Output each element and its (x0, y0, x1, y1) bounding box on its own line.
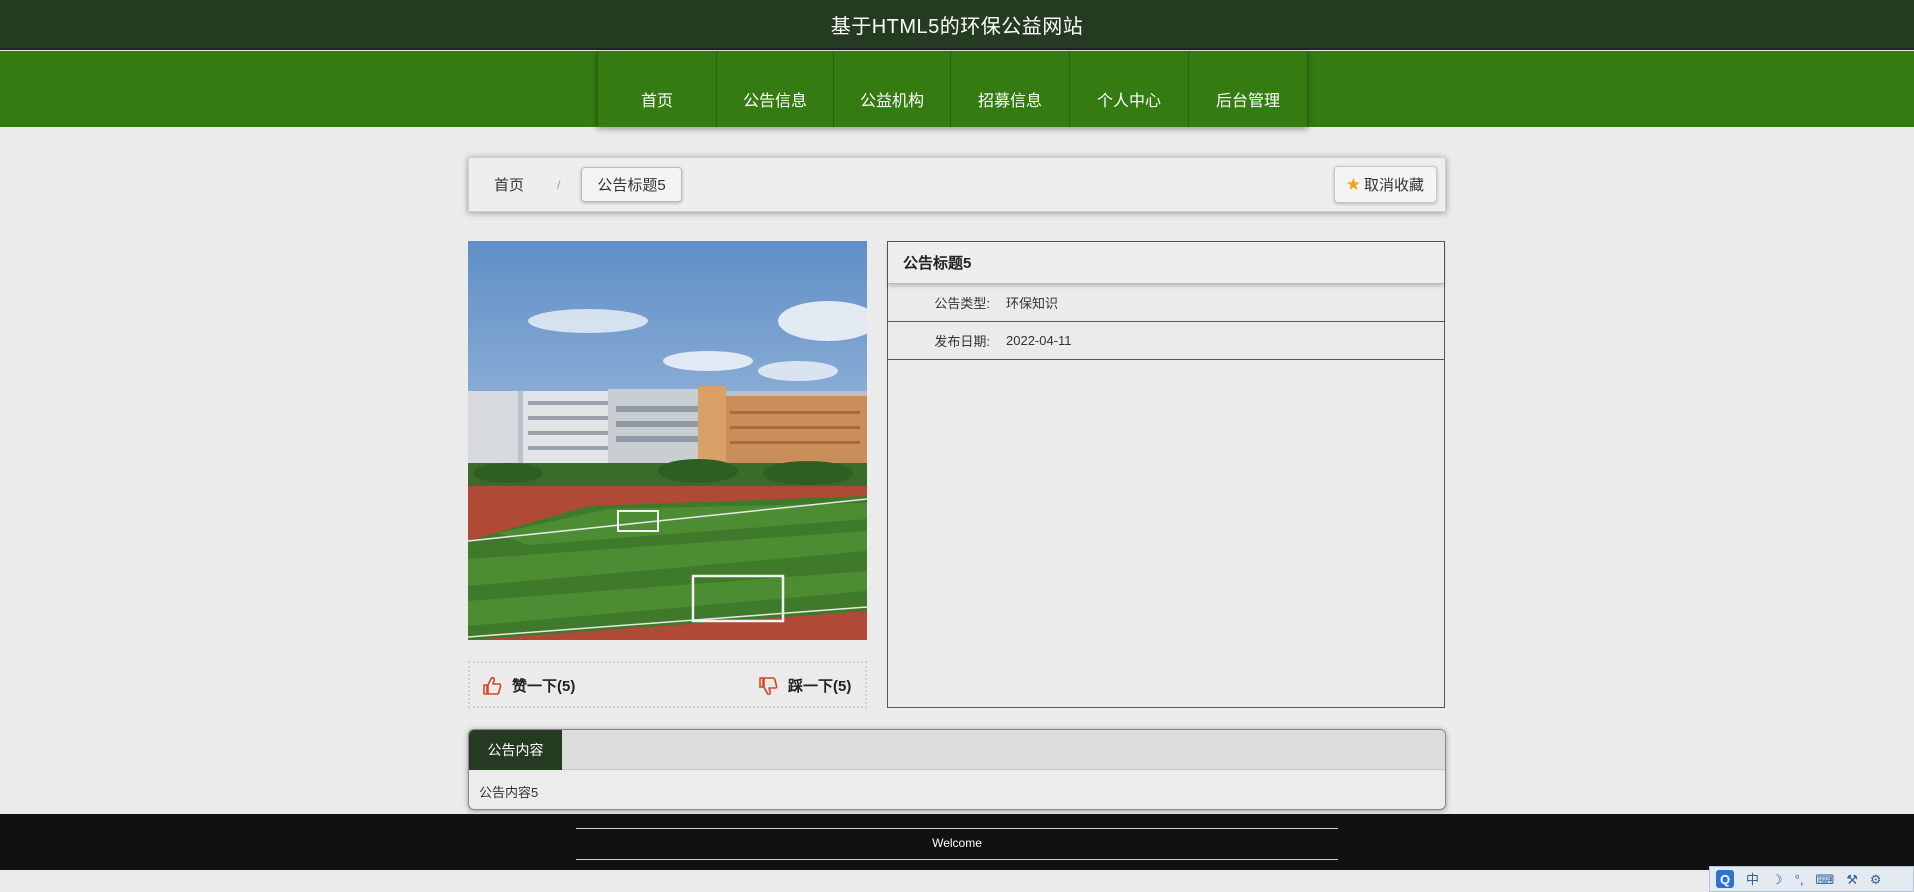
detail-value: 环保知识 (1006, 296, 1059, 311)
vote-bar: 赞一下(5) 踩一下(5) (468, 661, 867, 708)
announcement-content-text: 公告内容5 (479, 785, 539, 800)
site-header: 基于HTML5的环保公益网站 (0, 0, 1914, 50)
site-title: 基于HTML5的环保公益网站 (830, 15, 1084, 38)
nav-item-announcements[interactable]: 公告信息 (716, 51, 834, 127)
detail-label: 发布日期: (934, 334, 990, 349)
dislike-label: 踩一下(5) (788, 678, 852, 695)
detail-row-date: 发布日期: 2022-04-11 (888, 322, 1444, 360)
breadcrumb: 首页 / 公告标题5 ★ 取消收藏 (468, 157, 1446, 212)
like-button[interactable]: 赞一下(5) (482, 675, 575, 696)
ime-mode-toggle[interactable]: 中 (1746, 873, 1759, 886)
site-footer: Welcome (0, 814, 1914, 870)
dislike-button[interactable]: 踩一下(5) (758, 675, 851, 696)
nav-item-admin[interactable]: 后台管理 (1188, 51, 1308, 127)
nav-item-personal-center[interactable]: 个人中心 (1069, 51, 1189, 127)
main-navbar: 首页 公告信息 公益机构 招募信息 个人中心 后台管理 (0, 51, 1914, 127)
content-section: 公告内容 公告内容5 (468, 729, 1446, 810)
unfavorite-label: 取消收藏 (1363, 177, 1424, 194)
ime-tray: Q 中 ☽ °, ⌨ ⚒ ⚙ (1709, 866, 1914, 892)
breadcrumb-current: 公告标题5 (581, 167, 682, 202)
announcement-image (468, 241, 867, 640)
breadcrumb-home-link[interactable]: 首页 (494, 174, 524, 195)
like-label: 赞一下(5) (512, 678, 576, 695)
footer-welcome-text: Welcome (932, 836, 982, 850)
footer-divider-bottom (576, 859, 1338, 860)
footer-divider-top (576, 828, 1338, 829)
keyboard-icon[interactable]: ⌨ (1815, 873, 1834, 886)
unfavorite-button[interactable]: ★ 取消收藏 (1333, 166, 1437, 203)
nav-item-home[interactable]: 首页 (597, 51, 717, 127)
tab-announcement-content[interactable]: 公告内容 (469, 730, 562, 770)
star-icon: ★ (1345, 174, 1361, 194)
ime-logo-icon[interactable]: Q (1716, 870, 1734, 888)
announcement-detail-panel: 公告标题5 公告类型: 环保知识 发布日期: 2022-04-11 (887, 241, 1445, 708)
content-tabs: 公告内容 (469, 730, 1445, 770)
thumbs-down-icon (759, 676, 778, 695)
punctuation-icon[interactable]: °, (1795, 873, 1804, 886)
detail-label: 公告类型: (934, 296, 990, 311)
nav-menu: 首页 公告信息 公益机构 招募信息 个人中心 后台管理 (597, 51, 1308, 127)
nav-item-recruitment[interactable]: 招募信息 (950, 51, 1070, 127)
thumbs-up-icon (483, 676, 502, 695)
settings-icon[interactable]: ⚙ (1870, 873, 1882, 886)
tools-icon[interactable]: ⚒ (1846, 873, 1858, 886)
nav-item-charity-orgs[interactable]: 公益机构 (833, 51, 951, 127)
detail-row-type: 公告类型: 环保知识 (888, 284, 1444, 322)
moon-icon[interactable]: ☽ (1771, 873, 1783, 886)
breadcrumb-separator: / (557, 177, 561, 192)
detail-value: 2022-04-11 (1006, 333, 1072, 348)
announcement-title: 公告标题5 (888, 242, 1444, 284)
